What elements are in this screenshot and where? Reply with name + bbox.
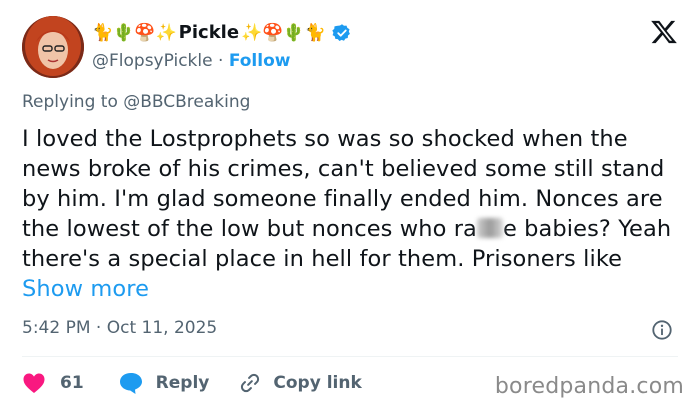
timestamp[interactable]: 5:42 PM · Oct 11, 2025	[22, 318, 217, 338]
replying-prefix: Replying to	[22, 92, 118, 112]
reply-context: Replying to @BBCBreaking	[22, 92, 250, 112]
replying-mention[interactable]: @BBCBreaking	[123, 92, 250, 112]
link-icon	[241, 373, 260, 393]
like-count: 61	[60, 373, 84, 393]
divider	[22, 356, 678, 357]
follow-button[interactable]: Follow	[229, 51, 291, 71]
display-name-row[interactable]: 🐈🌵🍄✨ Pickle ✨🍄🌵🐈	[92, 20, 352, 46]
copy-link-button[interactable]: Copy link	[239, 372, 362, 394]
tweet-text: I loved the Lostprophets so was so shock…	[22, 124, 682, 304]
watermark: boredpanda.com	[494, 374, 684, 399]
reply-bubble-icon	[119, 373, 142, 394]
info-icon[interactable]	[651, 319, 673, 341]
x-logo-icon[interactable]	[650, 18, 678, 46]
tweet-header: 🐈🌵🍄✨ Pickle ✨🍄🌵🐈 @FlopsyPickle · Follow	[22, 16, 682, 80]
display-name[interactable]: Pickle	[179, 20, 239, 46]
censor-blur	[476, 218, 503, 238]
handle-row: @FlopsyPickle · Follow	[92, 48, 352, 74]
like-button[interactable]: 61	[22, 372, 84, 394]
timestamp-date: Oct 11, 2025	[106, 318, 218, 338]
timestamp-time: 5:42 PM	[22, 318, 91, 338]
heart-icon	[23, 373, 45, 393]
timestamp-separator: ·	[95, 318, 102, 338]
show-more-link[interactable]: Show more	[22, 276, 149, 302]
verified-badge-icon	[332, 24, 350, 41]
avatar[interactable]	[22, 16, 84, 78]
emoji-prefix: 🐈🌵🍄✨	[92, 23, 177, 43]
handle-separator: ·	[218, 51, 224, 71]
author-names: 🐈🌵🍄✨ Pickle ✨🍄🌵🐈 @FlopsyPickle · Follow	[92, 20, 352, 74]
handle[interactable]: @FlopsyPickle	[92, 51, 213, 71]
emoji-suffix: ✨🍄🌵🐈	[241, 23, 326, 43]
action-bar: 61 Reply Copy link	[22, 370, 362, 396]
reply-button[interactable]: Reply	[118, 371, 210, 395]
reply-label: Reply	[155, 373, 210, 393]
copy-link-label: Copy link	[273, 373, 362, 393]
